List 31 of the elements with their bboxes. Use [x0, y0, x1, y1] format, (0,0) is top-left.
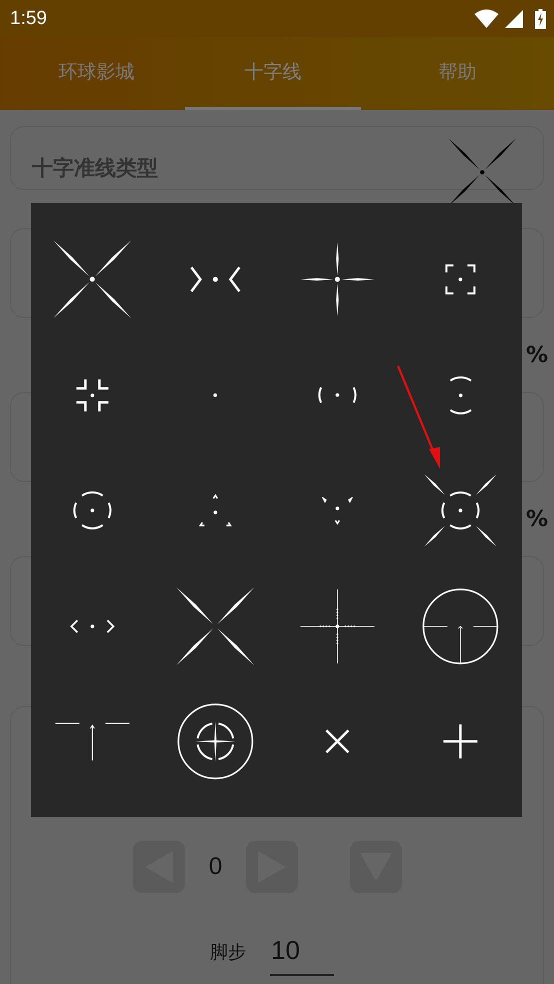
- x-crosshair-icon[interactable]: [52, 239, 133, 320]
- chevron-crosshair-icon[interactable]: [190, 266, 241, 294]
- post-reticle-icon[interactable]: [54, 722, 131, 762]
- percent-sign: %: [526, 342, 548, 368]
- bracket-crosshair-icon[interactable]: [445, 264, 476, 296]
- corner-crosshair-icon[interactable]: [74, 378, 110, 413]
- x-crosshair-icon[interactable]: [174, 586, 256, 667]
- triangle-crosshair-icon[interactable]: [322, 496, 354, 525]
- x-icon[interactable]: [325, 729, 350, 754]
- circle-x-crosshair-icon[interactable]: [423, 473, 498, 548]
- signal-icon: [505, 10, 523, 28]
- status-time: 1:59: [10, 8, 47, 30]
- step-input[interactable]: 10: [270, 935, 334, 976]
- battery-icon: [535, 8, 546, 28]
- angle-crosshair-icon[interactable]: [70, 618, 115, 634]
- wifi-icon: [474, 9, 499, 28]
- scope-reticle-icon[interactable]: [422, 588, 500, 665]
- paren-crosshair-icon[interactable]: [318, 386, 358, 404]
- tab[interactable]: 十字线: [184, 37, 362, 110]
- step-label: 脚步: [210, 941, 246, 964]
- dot-icon[interactable]: [212, 392, 218, 398]
- tab[interactable]: 环球影城: [8, 37, 185, 110]
- target-reticle-icon[interactable]: [176, 703, 254, 780]
- percent-sign: %: [526, 506, 548, 532]
- dotted-cross-icon[interactable]: [299, 588, 376, 665]
- circle-crosshair-icon[interactable]: [72, 491, 112, 530]
- triangle-crosshair-icon[interactable]: [198, 494, 232, 528]
- offset-value: 0: [208, 853, 224, 881]
- tab[interactable]: 帮助: [369, 37, 546, 110]
- plus-icon[interactable]: [442, 723, 480, 760]
- arc-crosshair-icon[interactable]: [448, 376, 472, 415]
